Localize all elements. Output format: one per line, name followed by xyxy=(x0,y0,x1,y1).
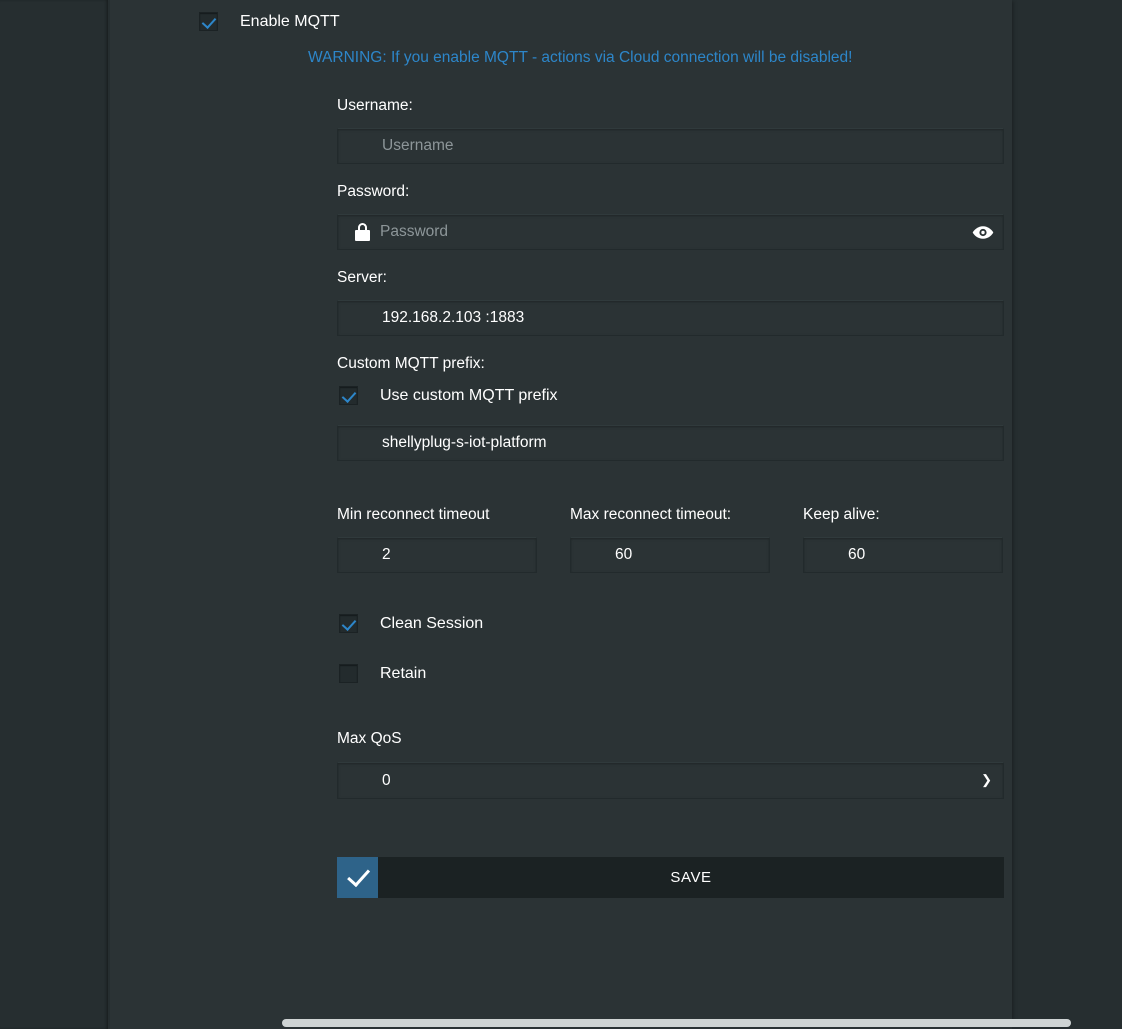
mqtt-warning-text: WARNING: If you enable MQTT - actions vi… xyxy=(110,31,1012,67)
left-gutter xyxy=(0,0,108,1029)
server-label: Server: xyxy=(337,269,1005,287)
clean-session-checkbox[interactable] xyxy=(339,614,358,633)
horizontal-scrollbar-track[interactable] xyxy=(110,1015,1012,1029)
save-row: SAVE xyxy=(110,799,1004,898)
max-qos-select-wrap[interactable]: 012 ❯ xyxy=(337,762,1004,799)
clean-session-label: Clean Session xyxy=(380,614,483,633)
max-reconnect-timeout-input-wrap[interactable] xyxy=(570,537,770,573)
max-reconnect-timeout-field: Max reconnect timeout: xyxy=(570,506,770,573)
password-input-wrap[interactable] xyxy=(337,214,1004,250)
use-custom-prefix-row[interactable]: Use custom MQTT prefix xyxy=(337,386,1005,405)
retain-checkbox[interactable] xyxy=(339,664,358,683)
keep-alive-field: Keep alive: xyxy=(803,506,1003,573)
max-qos-block: Max QoS 012 ❯ xyxy=(110,683,1012,799)
right-gutter xyxy=(1012,0,1122,1029)
retain-row[interactable]: Retain xyxy=(110,633,1012,683)
enable-mqtt-row[interactable]: Enable MQTT xyxy=(110,0,1012,31)
password-input[interactable] xyxy=(370,215,963,249)
mqtt-settings-panel: Enable MQTT WARNING: If you enable MQTT … xyxy=(110,0,1012,1021)
custom-prefix-input-wrap[interactable] xyxy=(337,425,1004,461)
max-reconnect-timeout-label: Max reconnect timeout: xyxy=(570,506,770,524)
min-reconnect-timeout-input[interactable] xyxy=(338,538,536,572)
save-confirm-check-icon[interactable] xyxy=(337,857,378,898)
retain-label: Retain xyxy=(380,664,426,683)
keep-alive-label: Keep alive: xyxy=(803,506,1003,524)
lock-icon xyxy=(355,223,370,241)
save-button[interactable]: SAVE xyxy=(378,857,1004,898)
max-qos-select[interactable]: 012 xyxy=(337,762,1004,799)
use-custom-prefix-checkbox[interactable] xyxy=(339,386,358,405)
username-input[interactable] xyxy=(338,129,1003,163)
keep-alive-input[interactable] xyxy=(804,538,1002,572)
min-reconnect-timeout-field: Min reconnect timeout xyxy=(337,506,537,573)
use-custom-prefix-label: Use custom MQTT prefix xyxy=(380,386,558,405)
timeouts-row: Min reconnect timeout Max reconnect time… xyxy=(110,461,1012,573)
enable-mqtt-label: Enable MQTT xyxy=(240,12,340,31)
max-qos-label: Max QoS xyxy=(337,730,1012,748)
horizontal-scrollbar-thumb[interactable] xyxy=(282,1019,1071,1027)
eye-icon[interactable] xyxy=(963,215,1003,249)
credentials-section: Username: Password: xyxy=(110,67,1005,461)
server-input-wrap[interactable] xyxy=(337,300,1004,336)
server-input[interactable] xyxy=(338,301,1003,335)
max-reconnect-timeout-input[interactable] xyxy=(571,538,769,572)
password-label: Password: xyxy=(337,183,1005,201)
min-reconnect-timeout-label: Min reconnect timeout xyxy=(337,506,537,524)
min-reconnect-timeout-input-wrap[interactable] xyxy=(337,537,537,573)
custom-prefix-label: Custom MQTT prefix: xyxy=(337,355,1005,373)
custom-prefix-input[interactable] xyxy=(338,426,1003,460)
keep-alive-input-wrap[interactable] xyxy=(803,537,1003,573)
enable-mqtt-checkbox[interactable] xyxy=(199,12,218,31)
clean-session-row[interactable]: Clean Session xyxy=(110,573,1012,633)
username-input-wrap[interactable] xyxy=(337,128,1004,164)
username-label: Username: xyxy=(337,97,1005,115)
mqtt-settings-form: Enable MQTT WARNING: If you enable MQTT … xyxy=(110,0,1012,898)
